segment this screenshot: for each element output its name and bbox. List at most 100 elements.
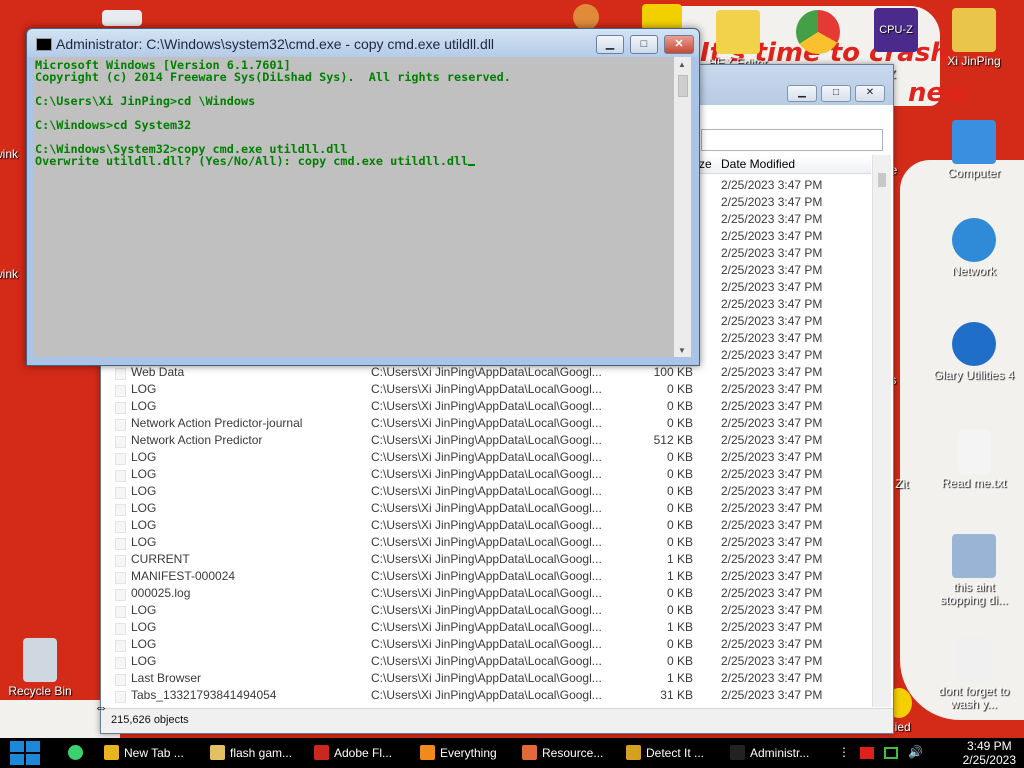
desktop-icon-top-left[interactable]: [80, 10, 164, 29]
taskbar-item[interactable]: Everything: [420, 740, 497, 766]
file-date: 2/25/2023 3:47 PM: [721, 467, 823, 481]
desktop-icon-hex-editor[interactable]: HEX Editor: [696, 10, 780, 70]
file-name: LOG: [131, 518, 157, 532]
resize-cursor-icon: ⇔: [94, 699, 108, 715]
console-text: Microsoft Windows [Version 6.1.7601] Cop…: [34, 57, 674, 167]
flash-icon: [314, 745, 329, 760]
desktop-icon-computer[interactable]: Computer: [932, 120, 1016, 180]
desktop-icon-glary[interactable]: Glary Utilities 4: [932, 322, 1016, 382]
table-row[interactable]: Last Browser C:\Users\Xi JinPing\AppData\…: [101, 670, 871, 687]
file-icon: [115, 470, 126, 482]
table-row[interactable]: CURRENT C:\Users\Xi JinPing\AppData\Local…: [101, 551, 871, 568]
file-path: C:\Users\Xi JinPing\AppData\Local\Googl.…: [371, 569, 602, 583]
desktop-icon-reminder[interactable]: dont forget to wash y...: [932, 638, 1016, 711]
scrollbar-thumb[interactable]: [878, 173, 886, 187]
desktop-icon-chrome[interactable]: [776, 10, 860, 57]
taskbar-item-label: Adobe Fl...: [334, 746, 393, 760]
minimize-button[interactable]: ▁: [787, 85, 817, 102]
table-row[interactable]: LOG C:\Users\Xi JinPing\AppData\Local\Goo…: [101, 449, 871, 466]
file-path: C:\Users\Xi JinPing\AppData\Local\Googl.…: [371, 654, 602, 668]
file-size: 0 KB: [666, 484, 693, 498]
table-row[interactable]: LOG C:\Users\Xi JinPing\AppData\Local\Goo…: [101, 500, 871, 517]
table-row[interactable]: Network Action Predictor-journal C:\Users…: [101, 415, 871, 432]
vertical-scrollbar[interactable]: ▲ ▼: [674, 57, 691, 357]
table-row[interactable]: LOG C:\Users\Xi JinPing\AppData\Local\Goo…: [101, 602, 871, 619]
scroll-down-icon[interactable]: ▼: [678, 346, 686, 355]
file-date: 2/25/2023 3:47 PM: [721, 450, 823, 464]
file-icon: [115, 521, 126, 533]
close-button[interactable]: ✕: [855, 85, 885, 102]
taskbar-pinned-app[interactable]: [68, 740, 88, 766]
maximize-button[interactable]: □: [821, 85, 851, 102]
file-name: MANIFEST-000024: [131, 569, 236, 583]
table-row[interactable]: LOG C:\Users\Xi JinPing\AppData\Local\Goo…: [101, 483, 871, 500]
search-input[interactable]: [701, 129, 883, 151]
game-icon: [642, 4, 682, 30]
program-icon: [952, 534, 996, 578]
desktop-icon-cpuz[interactable]: CPU-Z: [854, 8, 938, 55]
file-date: 2/25/2023 3:47 PM: [721, 552, 823, 566]
cmd-title-bar[interactable]: Administrator: C:\Windows\system32\cmd.e…: [27, 29, 699, 57]
start-button[interactable]: [10, 741, 42, 765]
scrollbar-thumb[interactable]: [678, 75, 688, 97]
vertical-scrollbar[interactable]: [872, 155, 891, 707]
table-row[interactable]: LOG C:\Users\Xi JinPing\AppData\Local\Goo…: [101, 636, 871, 653]
maximize-button[interactable]: □: [630, 35, 658, 54]
file-name: LOG: [131, 399, 157, 413]
desktop-icon-xi-jinping[interactable]: Xi JinPing: [932, 8, 1016, 68]
windows-logo-icon: [26, 754, 40, 765]
glary-icon: [952, 322, 996, 366]
desktop-icon-readme[interactable]: Read me.txt: [932, 430, 1016, 490]
table-row[interactable]: LOG C:\Users\Xi JinPing\AppData\Local\Goo…: [101, 398, 871, 415]
console-output[interactable]: Microsoft Windows [Version 6.1.7601] Cop…: [34, 57, 674, 357]
file-icon: [115, 640, 126, 652]
column-header-date-modified[interactable]: Date Modified: [721, 157, 795, 171]
taskbar-item[interactable]: Administr...: [730, 740, 809, 766]
file-date: 2/25/2023 3:47 PM: [721, 348, 823, 362]
table-row[interactable]: Tabs_13321793841494054 C:\Users\Xi JinPin…: [101, 687, 871, 704]
desktop-icon-network[interactable]: Network: [932, 218, 1016, 278]
file-date: 2/25/2023 3:47 PM: [721, 331, 823, 345]
desktop-icon-recycle-bin[interactable]: Recycle Bin: [0, 638, 82, 698]
taskbar-item[interactable]: New Tab ...: [104, 740, 184, 766]
table-row[interactable]: LOG C:\Users\Xi JinPing\AppData\Local\Goo…: [101, 619, 871, 636]
overflow-icon[interactable]: ⋮: [838, 745, 850, 759]
file-icon: [115, 487, 126, 499]
taskbar-item[interactable]: flash gam...: [210, 740, 292, 766]
table-row[interactable]: LOG C:\Users\Xi JinPing\AppData\Local\Goo…: [101, 517, 871, 534]
flag-icon[interactable]: [860, 747, 874, 759]
file-date: 2/25/2023 3:47 PM: [721, 586, 823, 600]
clock-time: 3:49 PM: [966, 739, 1012, 753]
table-row[interactable]: LOG C:\Users\Xi JinPing\AppData\Local\Goo…: [101, 653, 871, 670]
table-row[interactable]: 000025.log C:\Users\Xi JinPing\AppData\Lo…: [101, 585, 871, 602]
taskbar-item[interactable]: Detect It ...: [626, 740, 704, 766]
network-icon: [952, 218, 996, 262]
file-date: 2/25/2023 3:47 PM: [721, 382, 823, 396]
scroll-up-icon[interactable]: ▲: [678, 60, 686, 69]
text-file-icon: [957, 430, 991, 474]
desktop-icon-program[interactable]: this aint stopping di...: [932, 534, 1016, 607]
column-header-size[interactable]: ze: [699, 157, 712, 171]
file-path: C:\Users\Xi JinPing\AppData\Local\Googl.…: [371, 382, 602, 396]
file-size: 0 KB: [666, 501, 693, 515]
file-icon: [115, 419, 126, 431]
table-row[interactable]: LOG C:\Users\Xi JinPing\AppData\Local\Goo…: [101, 466, 871, 483]
taskbar-item[interactable]: Adobe Fl...: [314, 740, 392, 766]
close-button[interactable]: ✕: [664, 35, 694, 54]
table-row[interactable]: LOG C:\Users\Xi JinPing\AppData\Local\Goo…: [101, 381, 871, 398]
table-row[interactable]: LOG C:\Users\Xi JinPing\AppData\Local\Goo…: [101, 534, 871, 551]
taskbar-item[interactable]: Resource...: [522, 740, 603, 766]
file-name: Last Browser: [131, 671, 202, 685]
table-row[interactable]: Web Data C:\Users\Xi JinPing\AppData\Loca…: [101, 364, 871, 381]
table-row[interactable]: Network Action Predictor C:\Users\Xi JinP…: [101, 432, 871, 449]
minimize-button[interactable]: ▁: [596, 35, 624, 54]
volume-icon[interactable]: 🔊: [908, 745, 923, 759]
windows-logo-icon: [26, 741, 40, 752]
table-row[interactable]: MANIFEST-000024 C:\Users\Xi JinPing\AppDa…: [101, 568, 871, 585]
cmd-window[interactable]: Administrator: C:\Windows\system32\cmd.e…: [26, 28, 700, 366]
clock-date: 2/25/2023: [962, 753, 1016, 767]
network-tray-icon[interactable]: [884, 747, 898, 759]
file-date: 2/25/2023 3:47 PM: [721, 399, 823, 413]
clock[interactable]: 3:49 PM 2/25/2023: [963, 739, 1016, 767]
file-date: 2/25/2023 3:47 PM: [721, 654, 823, 668]
